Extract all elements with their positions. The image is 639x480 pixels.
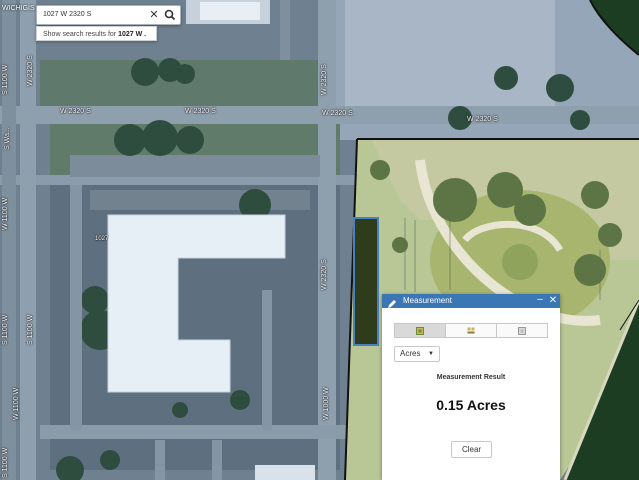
magnifier-icon[interactable] xyxy=(162,7,178,23)
measurement-tools xyxy=(394,323,548,338)
area-tool[interactable] xyxy=(395,324,446,337)
close-icon[interactable]: ✕ xyxy=(148,7,160,23)
unit-value: Acres xyxy=(400,349,421,358)
street-label: S 1100 W xyxy=(2,314,9,345)
chevron-down-icon: ▼ xyxy=(428,351,434,357)
street-label: W 1100 W xyxy=(2,197,9,230)
search-box: ✕ xyxy=(36,5,181,25)
app-brand: WICHIGIS xyxy=(2,5,35,12)
street-label: S 1100 W xyxy=(27,314,34,345)
street-label: W 2320 S xyxy=(27,55,34,86)
street-label: W 2320 S xyxy=(467,116,498,123)
street-label: W 2320 S xyxy=(321,64,328,95)
suggestion-prefix: Show search results for xyxy=(43,31,119,38)
area-icon xyxy=(416,326,424,335)
street-label: W 2320 S xyxy=(185,108,216,115)
street-label: S 1100 W xyxy=(2,447,9,478)
street-label: S 1100 W xyxy=(2,64,9,95)
close-button[interactable]: ✕ xyxy=(547,294,559,308)
street-label: W 1100 W xyxy=(13,387,20,420)
street-label: S Wa... xyxy=(4,127,11,150)
location-icon xyxy=(518,326,526,335)
distance-tool[interactable] xyxy=(446,324,497,337)
clear-button[interactable]: Clear xyxy=(451,441,492,458)
street-label: W 1000 W xyxy=(323,387,330,420)
suggestion-term: 1027 W . xyxy=(118,31,147,38)
measurement-panel: Measurement – ✕ Acres ▼ Measurement Resu… xyxy=(382,294,560,480)
result-value: 0.15 Acres xyxy=(436,397,506,413)
street-label: W 2320 S xyxy=(60,108,91,115)
minimize-button[interactable]: – xyxy=(535,294,545,308)
unit-select[interactable]: Acres ▼ xyxy=(394,346,440,362)
panel-title: Measurement xyxy=(403,296,452,305)
building-number: 1027 xyxy=(95,236,109,242)
search-suggestion[interactable]: Show search results for 1027 W . xyxy=(36,26,157,41)
result-label: Measurement Result xyxy=(436,374,506,381)
pencil-icon xyxy=(387,296,397,308)
street-label: W 2320 S xyxy=(322,110,353,117)
location-tool[interactable] xyxy=(497,324,547,337)
distance-icon xyxy=(467,327,475,333)
search-input[interactable] xyxy=(43,8,143,21)
street-label: W 2320 S xyxy=(321,259,328,290)
panel-header: Measurement – ✕ xyxy=(382,294,560,308)
